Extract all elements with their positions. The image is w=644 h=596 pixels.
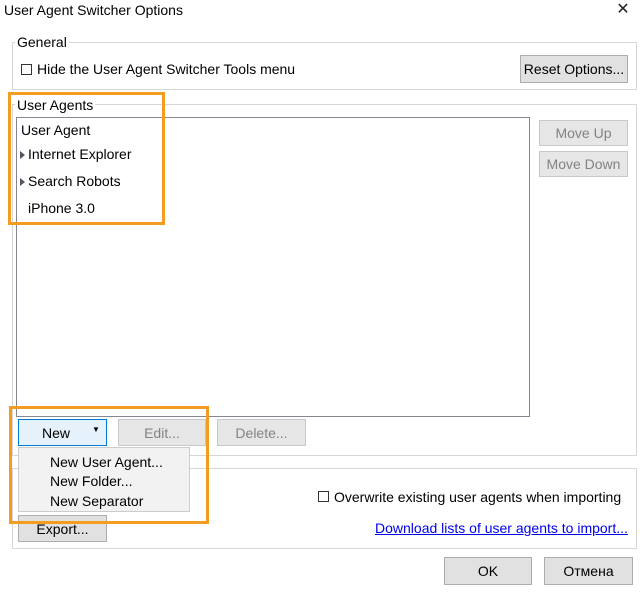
- general-legend: General: [15, 34, 69, 50]
- overwrite-label: Overwrite existing user agents when impo…: [334, 489, 622, 505]
- highlight-box: [8, 92, 165, 225]
- delete-button[interactable]: Delete...: [217, 419, 306, 446]
- cancel-button[interactable]: Отмена: [544, 557, 633, 585]
- reset-options-button[interactable]: Reset Options...: [520, 55, 628, 83]
- ok-button[interactable]: OK: [444, 557, 532, 585]
- overwrite-checkbox[interactable]: [318, 491, 329, 502]
- move-up-button[interactable]: Move Up: [539, 120, 628, 146]
- window-title: User Agent Switcher Options: [4, 2, 183, 18]
- hide-menu-checkbox[interactable]: [21, 64, 32, 75]
- download-lists-link[interactable]: Download lists of user agents to import.…: [375, 520, 628, 536]
- move-down-button[interactable]: Move Down: [539, 151, 628, 177]
- close-icon[interactable]: ✕: [613, 0, 633, 20]
- hide-menu-label: Hide the User Agent Switcher Tools menu: [37, 61, 296, 77]
- highlight-box: [9, 406, 209, 524]
